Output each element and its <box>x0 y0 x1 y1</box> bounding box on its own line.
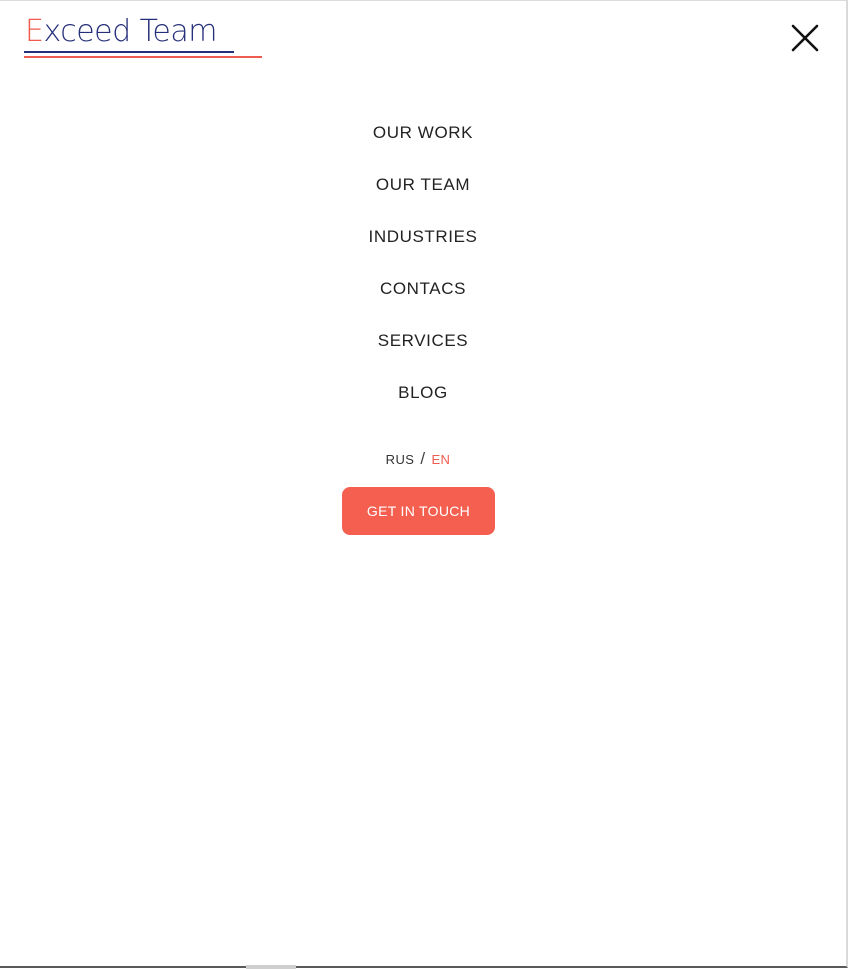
logo-underline-red <box>24 56 262 58</box>
menu-overlay: Exceed Team OUR WORK OUR TEAM INDUSTRIES… <box>0 0 848 969</box>
main-menu: OUR WORK OUR TEAM INDUSTRIES CONTACS SER… <box>0 117 846 429</box>
get-in-touch-button[interactable]: GET IN TOUCH <box>342 487 495 535</box>
logo-rest: xceed Team <box>43 14 217 49</box>
menu-item-our-team[interactable]: OUR TEAM <box>376 169 470 221</box>
close-icon <box>791 24 819 52</box>
language-rus-link[interactable]: RUS <box>386 452 415 467</box>
menu-item-industries[interactable]: INDUSTRIES <box>369 221 478 273</box>
language-separator: / <box>420 449 426 468</box>
exceed-team-logo[interactable]: Exceed Team <box>24 13 264 61</box>
language-en-link[interactable]: EN <box>431 452 450 467</box>
menu-item-our-work[interactable]: OUR WORK <box>373 117 473 169</box>
horizontal-scrollbar-thumb[interactable] <box>246 965 296 969</box>
language-switcher: RUS / EN <box>0 449 836 469</box>
logo-text: Exceed Team <box>25 13 217 51</box>
menu-item-services[interactable]: SERVICES <box>378 325 468 377</box>
logo-initial: E <box>25 14 44 49</box>
logo-underline-navy <box>24 51 234 53</box>
menu-item-contacts[interactable]: CONTACS <box>380 273 466 325</box>
close-menu-button[interactable] <box>786 19 824 57</box>
menu-item-blog[interactable]: BLOG <box>398 377 448 429</box>
